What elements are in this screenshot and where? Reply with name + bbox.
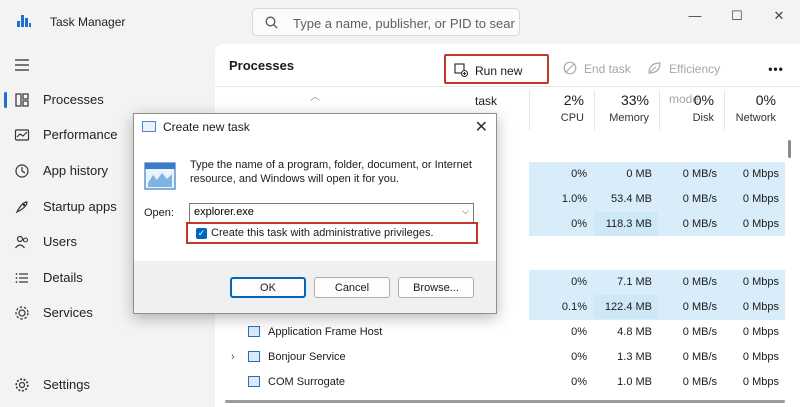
dialog-description: Type the name of a program, folder, docu… [190, 159, 472, 185]
sidebar-item-label: Details [43, 270, 83, 285]
sidebar-item-label: Processes [43, 92, 104, 107]
column-cpu[interactable]: 2% CPU [529, 90, 594, 130]
sidebar-item-label: App history [43, 163, 109, 178]
users-icon [15, 235, 29, 249]
cancel-button[interactable]: Cancel [314, 277, 390, 298]
table-row[interactable]: Application Frame Host 0% 4.8 MB 0 MB/s … [215, 320, 785, 345]
active-indicator [4, 92, 7, 108]
efficiency-mode-button[interactable]: Efficiency mode [647, 54, 752, 106]
settings-label: Settings [43, 377, 90, 392]
column-network[interactable]: 0% Network [724, 90, 786, 130]
app-frame-icon [248, 326, 260, 337]
services-icon [15, 306, 29, 320]
run-new-task-button[interactable]: Run new task [444, 54, 549, 108]
chevron-down-icon[interactable]: ⌵ [462, 206, 469, 217]
end-task-button[interactable]: End task [562, 54, 632, 84]
column-memory[interactable]: 33% Memory [594, 90, 659, 130]
ok-button[interactable]: OK [230, 277, 306, 298]
checkbox-checked-icon[interactable]: ✓ [196, 228, 207, 239]
more-options-button[interactable]: ••• [766, 54, 786, 84]
sort-arrow-icon[interactable]: ︿ [310, 88, 320, 103]
dialog-title: Create new task [163, 120, 250, 134]
horizontal-scrollbar[interactable] [225, 400, 785, 403]
process-name: Bonjour Service [268, 351, 346, 363]
table-row[interactable]: COM Surrogate 0% 1.0 MB 0 MB/s 0 Mbps [215, 370, 785, 395]
search-input[interactable] [291, 13, 517, 33]
gear-icon [15, 378, 29, 392]
sidebar-item-settings[interactable]: Settings [0, 369, 212, 401]
title-bar: Task Manager — ☐ ✕ [0, 0, 800, 44]
vertical-scrollbar[interactable] [788, 140, 791, 158]
process-name: COM Surrogate [268, 376, 346, 388]
run-icon [144, 162, 176, 190]
run-new-task-icon [454, 63, 468, 77]
browse-button[interactable]: Browse... [398, 277, 474, 298]
startup-apps-icon [15, 201, 28, 214]
app-history-icon [15, 164, 29, 178]
run-dialog-icon [142, 121, 156, 132]
maximize-button[interactable]: ☐ [722, 6, 752, 26]
dialog-body: Type the name of a program, folder, docu… [134, 141, 496, 261]
open-input[interactable] [194, 206, 444, 218]
processes-icon [15, 93, 29, 107]
process-name: Application Frame Host [268, 326, 383, 338]
dialog-title-bar: Create new task ✕ [134, 114, 496, 141]
open-label: Open: [144, 207, 174, 219]
task-manager-icon [17, 15, 31, 27]
com-surrogate-icon [248, 376, 260, 387]
table-row[interactable]: › Bonjour Service 0% 1.3 MB 0 MB/s 0 Mbp… [215, 345, 785, 370]
end-task-icon [563, 61, 577, 75]
admin-privileges-checkbox[interactable]: ✓ Create this task with administrative p… [186, 222, 478, 244]
sidebar-item-processes[interactable]: Processes [0, 84, 212, 116]
column-disk[interactable]: 0% Disk [659, 90, 724, 130]
sidebar-item-label: Performance [43, 127, 118, 142]
minimize-button[interactable]: — [680, 6, 710, 26]
search-icon [265, 16, 278, 29]
details-icon [15, 273, 28, 283]
open-combobox[interactable]: ⌵ [189, 203, 474, 223]
sidebar-item-label: Users [43, 234, 77, 249]
page-title: Processes [229, 58, 295, 73]
admin-checkbox-label: Create this task with administrative pri… [211, 227, 434, 239]
toolbar-divider [215, 86, 800, 87]
leaf-icon [648, 62, 661, 74]
dialog-close-button[interactable]: ✕ [475, 117, 488, 137]
service-icon [248, 351, 260, 362]
app-title: Task Manager [50, 15, 126, 29]
close-button[interactable]: ✕ [764, 6, 794, 26]
create-new-task-dialog: Create new task ✕ Type the name of a pro… [133, 113, 497, 314]
sidebar-item-label: Startup apps [43, 199, 117, 214]
search-box[interactable] [252, 8, 520, 36]
performance-icon [14, 129, 30, 141]
expand-chevron-icon[interactable]: › [231, 345, 235, 369]
sidebar-item-label: Services [43, 305, 93, 320]
hamburger-menu-icon[interactable] [14, 58, 30, 72]
